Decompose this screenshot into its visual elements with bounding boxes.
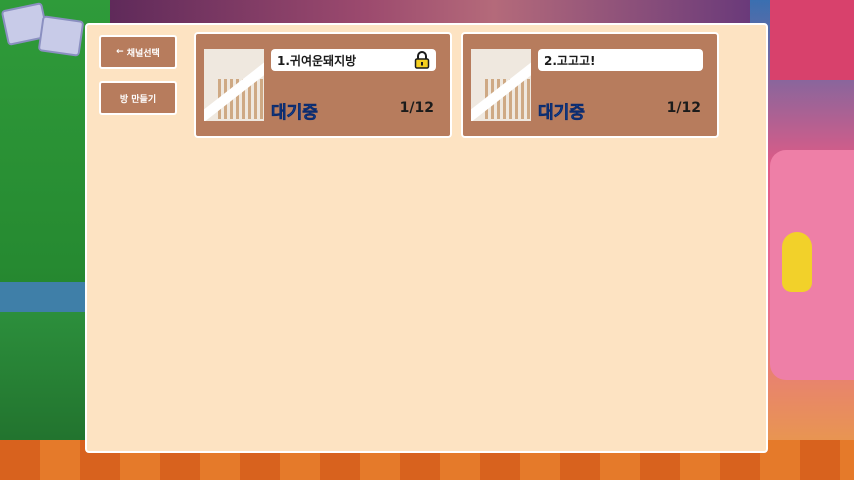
- channel-select-button[interactable]: ← 채널선택: [99, 35, 177, 69]
- bg-tile: [37, 15, 85, 57]
- room-title-box: 1.귀여운돼지방: [271, 49, 436, 71]
- padlock-icon: [414, 51, 430, 69]
- create-room-button[interactable]: 방 만들기: [99, 81, 177, 115]
- player-count: 1/12: [399, 100, 434, 116]
- room-title-box: 2.고고고!: [538, 49, 703, 71]
- channel-select-label: 채널선택: [126, 48, 160, 59]
- back-arrow-icon: ←: [116, 47, 124, 57]
- map-thumbnail: [204, 49, 264, 121]
- room-title: 1.귀여운돼지방: [277, 53, 357, 68]
- bg-duck-toy: [782, 232, 812, 292]
- room-card[interactable]: 1.귀여운돼지방 대기중 1/12: [194, 32, 452, 138]
- room-list-panel: ← 채널선택 방 만들기 1.귀여운돼지방 대기중 1/12 2.고고고! 대기…: [85, 23, 768, 453]
- room-status: 대기중: [538, 103, 586, 124]
- map-thumbnail: [471, 49, 531, 121]
- room-status: 대기중: [271, 103, 319, 124]
- bg-shelf: [770, 0, 854, 80]
- room-title: 2.고고고!: [544, 53, 596, 68]
- player-count: 1/12: [666, 100, 701, 116]
- room-card[interactable]: 2.고고고! 대기중 1/12: [461, 32, 719, 138]
- create-room-label: 방 만들기: [119, 94, 157, 105]
